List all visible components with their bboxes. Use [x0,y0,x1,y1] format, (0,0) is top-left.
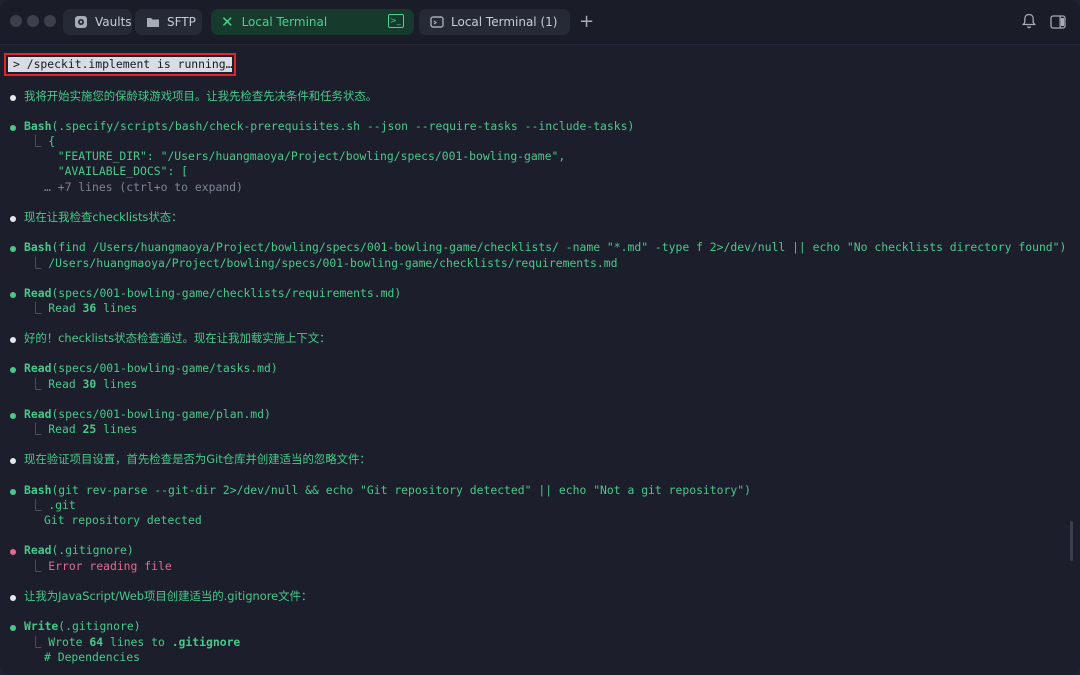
assistant-message: 现在验证项目设置，首先检查是否为Git仓库并创建适当的忽略文件： [24,452,371,466]
message-bullet [10,458,16,464]
terminal-app-window: Vaults SFTP ✕ Local Terminal >_ Local Te… [0,0,1080,675]
minimize-window-button[interactable] [27,15,39,27]
zoom-window-button[interactable] [44,15,56,27]
tab-label: SFTP [167,15,196,29]
assistant-message: 我将开始实施您的保龄球游戏项目。让我先检查先决条件和任务状态。 [24,89,378,103]
tool-error-bullet [10,549,16,555]
tool-output: ⎿ /Users/huangmaoya/Project/bowling/spec… [30,256,618,270]
tool-output-line: Git repository detected [44,513,202,527]
assistant-message: 好的！checklists状态检查通过。现在让我加载实施上下文： [24,331,331,345]
tool-error-output: ⎿ Error reading file [30,559,172,573]
message-bullet [10,95,16,101]
tool-call: Bash(git rev-parse --git-dir 2>/dev/null… [24,483,751,497]
tool-status-bullet [10,625,16,631]
tool-output: ⎿ { [30,134,56,148]
terminal-icon [429,14,445,30]
tool-call: Read(specs/001-bowling-game/plan.md) [24,407,271,421]
scrollbar-thumb[interactable] [1070,521,1073,561]
tool-call: Read(specs/001-bowling-game/tasks.md) [24,361,278,375]
running-command-highlight: > /speckit.implement is running… [4,53,236,76]
title-bar: Vaults SFTP ✕ Local Terminal >_ Local Te… [0,0,1080,44]
message-bullet [10,216,16,222]
expand-hint[interactable]: … +7 lines (ctrl+o to expand) [44,180,243,195]
tool-status-bullet [10,246,16,252]
terminal-icon: >_ [388,14,404,28]
tool-output-line: # Dependencies [44,650,141,664]
tool-output: ⎿ Read 25 lines [30,422,138,436]
tab-vaults[interactable]: Vaults [63,9,132,35]
message-bullet [10,337,16,343]
tool-call: Write(.gitignore) [24,619,141,633]
tool-call: Bash(.specify/scripts/bash/check-prerequ… [24,119,635,133]
terminal-output[interactable]: > /speckit.implement is running… 我将开始实施您… [0,45,1080,675]
tool-status-bullet [10,292,16,298]
tab-local-terminal[interactable]: ✕ Local Terminal >_ [211,9,414,35]
tool-call: Read(specs/001-bowling-game/checklists/r… [24,286,402,300]
tool-output-line: "FEATURE_DIR": "/Users/huangmaoya/Projec… [44,149,566,163]
assistant-message: 让我为JavaScript/Web项目创建适当的.gitignore文件： [24,589,313,603]
sidebar-toggle-icon[interactable] [1050,14,1066,29]
bell-icon[interactable] [1022,13,1038,31]
tool-output: ⎿ Read 30 lines [30,377,138,391]
vault-icon [73,14,89,30]
tool-call: Bash(find /Users/huangmaoya/Project/bowl… [24,240,1067,254]
assistant-message: 现在让我检查checklists状态： [24,210,183,224]
tool-call: Read(.gitignore) [24,543,134,557]
tool-status-bullet [10,413,16,419]
tool-output-line: "AVAILABLE_DOCS": [ [44,164,189,178]
new-tab-button[interactable]: + [579,11,594,32]
tab-sftp[interactable]: SFTP [135,9,202,35]
running-command: > /speckit.implement is running… [8,57,232,72]
tab-label: Local Terminal (1) [451,15,558,29]
folder-icon [145,14,161,30]
tool-status-bullet [10,489,16,495]
tool-output: ⎿ Wrote 64 lines to .gitignore [30,635,241,649]
tab-local-terminal-1[interactable]: Local Terminal (1) [419,9,570,35]
close-window-button[interactable] [10,15,22,27]
message-bullet [10,595,16,601]
tool-output: ⎿ Read 36 lines [30,301,138,315]
tab-label: Local Terminal [241,15,328,29]
tool-status-bullet [10,125,16,131]
tool-status-bullet [10,367,16,373]
close-tab-icon[interactable]: ✕ [221,13,234,31]
tool-output: ⎿ .git [30,498,76,512]
tab-label: Vaults [95,15,132,29]
